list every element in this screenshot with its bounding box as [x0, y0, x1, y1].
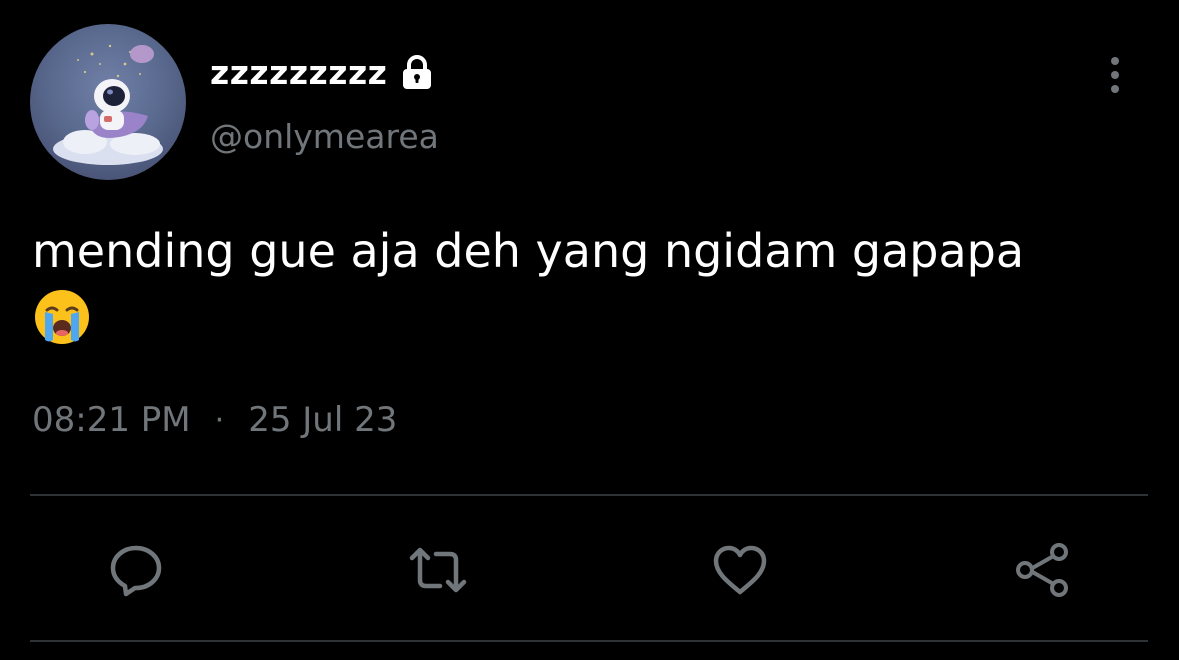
- tweet-text: mending gue aja deh yang ngidam gapapa: [32, 224, 1025, 278]
- avatar[interactable]: [30, 24, 186, 180]
- tweet-meta: 08:21 PM · 25 Jul 23: [32, 397, 397, 443]
- meta-separator: ·: [214, 402, 225, 438]
- user-handle[interactable]: @onlymearea: [210, 117, 439, 156]
- display-name-row: zzzzzzzzz: [210, 50, 437, 94]
- lock-icon: [397, 52, 437, 92]
- loudly-crying-face-emoji: [33, 288, 91, 346]
- tweet-detail: zzzzzzzzz @onlymearea mending gue aja de…: [0, 0, 1179, 660]
- share-button[interactable]: [1013, 540, 1073, 600]
- retweet-button[interactable]: [408, 540, 468, 600]
- like-icon: [713, 545, 767, 595]
- reply-button[interactable]: [106, 540, 166, 600]
- like-button[interactable]: [710, 540, 770, 600]
- share-icon: [1016, 543, 1068, 597]
- divider: [30, 640, 1148, 642]
- retweet-icon: [409, 547, 467, 593]
- divider: [30, 494, 1148, 496]
- more-vertical-icon[interactable]: [1100, 54, 1130, 98]
- tweet-time[interactable]: 08:21 PM: [32, 400, 191, 440]
- tweet-date[interactable]: 25 Jul 23: [248, 400, 397, 440]
- reply-icon: [110, 545, 162, 597]
- display-name[interactable]: zzzzzzzzz: [210, 53, 387, 92]
